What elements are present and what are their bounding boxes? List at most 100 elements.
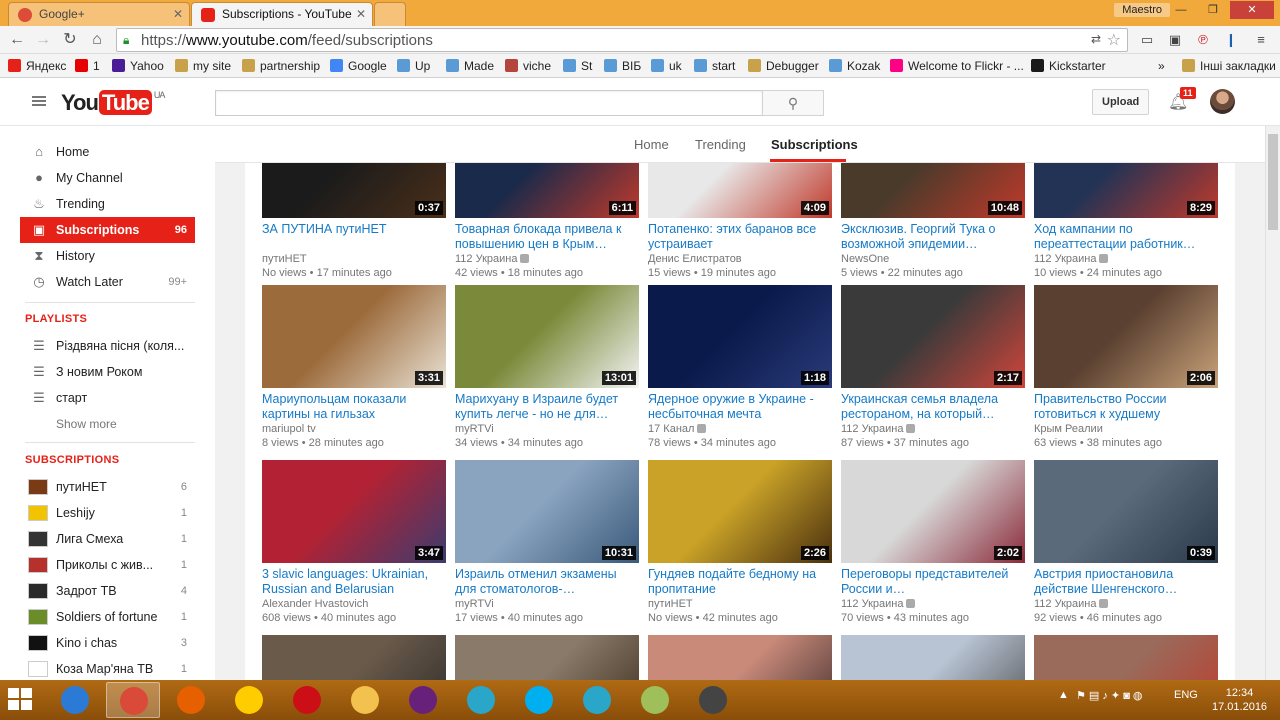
windows-start-icon[interactable] [8,688,34,712]
bookmark-item[interactable]: Yahoo [112,58,164,74]
pinterest-icon[interactable]: ℗ [1192,30,1214,50]
taskbar-app[interactable] [570,682,624,718]
sidebar-item-home[interactable]: ⌂ Home [20,139,195,165]
sidebar-item-history[interactable]: ⧗ History [20,243,195,269]
sidebar-subscription-item[interactable]: Лига Смеха 1 [20,526,195,552]
bookmark-item[interactable]: Kozak [829,58,880,74]
video-title[interactable]: Правительство России готовиться к худшем… [1034,392,1218,422]
page-scrollbar[interactable] [1265,126,1280,680]
close-tab-icon[interactable]: ✕ [173,3,183,25]
video-card[interactable]: 0:39 Австрия приостановила действие Шенге… [1034,460,1218,625]
video-channel[interactable]: Денис Елистратов [648,252,832,266]
video-channel[interactable]: 112 Украина [455,252,639,266]
video-channel[interactable]: путиНЕТ [648,597,832,611]
taskbar-app[interactable] [106,682,160,718]
video-card[interactable] [648,635,832,680]
video-thumbnail[interactable]: 2:17 [841,285,1025,388]
taskbar-app[interactable] [454,682,508,718]
system-clock[interactable]: 12:34 17.01.2016 [1212,686,1267,714]
video-title[interactable]: Ядерное оружие в Украине - несбыточная м… [648,392,832,422]
sidebar-subscription-item[interactable]: путиНЕТ 6 [20,474,195,500]
video-title[interactable]: Гундяев подайте бедному на пропитание [648,567,832,597]
taskbar-app[interactable] [512,682,566,718]
sidebar-subscription-item[interactable]: Kino i chas 3 [20,630,195,656]
bookmark-item[interactable]: Kickstarter [1031,58,1106,74]
taskbar-app[interactable] [686,682,740,718]
menu-icon[interactable]: ≡ [1250,30,1272,50]
avatar[interactable] [1210,89,1235,114]
bookmark-item[interactable]: Google [330,58,387,74]
video-thumbnail[interactable]: 4:09 [648,163,832,218]
taskbar-app[interactable] [338,682,392,718]
video-thumbnail[interactable]: 10:31 [455,460,639,563]
video-thumbnail[interactable]: 3:31 [262,285,446,388]
video-channel[interactable]: Крым Реалии [1034,422,1218,436]
video-thumbnail[interactable]: 2:26 [648,460,832,563]
bookmark-item[interactable]: my site [175,58,231,74]
video-card[interactable]: 8:29 Ход кампании по переаттестации работ… [1034,163,1218,280]
video-thumbnail[interactable] [455,635,639,680]
reload-icon[interactable]: ↻ [59,30,81,50]
taskbar-app[interactable] [280,682,334,718]
close-window-icon[interactable]: ✕ [1230,1,1274,19]
video-thumbnail[interactable]: 8:29 [1034,163,1218,218]
sidebar-playlist-item[interactable]: ☰ старт [20,385,195,411]
youtube-logo[interactable]: You Tube UA [61,90,165,116]
video-thumbnail[interactable]: 1:18 [648,285,832,388]
video-card[interactable]: 0:37 ЗА ПУТИНА путиНЕТ путиНЕТ No views • 1… [262,163,446,280]
video-channel[interactable]: myRTVi [455,597,639,611]
translate-icon[interactable]: ⇄ [1091,32,1101,46]
video-card[interactable]: 2:26 Гундяев подайте бедному на пропитани… [648,460,832,625]
search-input[interactable] [215,90,763,116]
video-channel[interactable]: 112 Украина [841,597,1025,611]
video-thumbnail[interactable]: 3:47 [262,460,446,563]
sidebar-item-subscriptions[interactable]: ▣ Subscriptions 96 [20,217,195,243]
screen-icon[interactable]: ▣ [1164,30,1186,50]
video-card[interactable]: 2:06 Правительство России готовиться к ху… [1034,285,1218,450]
video-thumbnail[interactable] [262,635,446,680]
address-bar[interactable]: 🔒︎ https://www.youtube.com/feed/subscrip… [116,28,1128,52]
video-card[interactable]: 10:48 Эксклюзив. Георгий Тука о возможной… [841,163,1025,280]
video-thumbnail[interactable] [648,635,832,680]
bookmark-item[interactable]: St [563,58,592,74]
tab-google-plus[interactable]: Google+ ✕ [8,2,190,26]
home-icon[interactable]: ⌂ [86,30,108,50]
video-card[interactable]: 10:31 Израиль отменил экзамены для стомат… [455,460,639,625]
taskbar-app[interactable] [628,682,682,718]
forward-icon[interactable]: → [32,30,54,50]
sidebar-subscription-item[interactable]: Soldiers of fortune 1 [20,604,195,630]
video-channel[interactable]: 17 Канал [648,422,832,436]
video-card[interactable]: 2:17 Украинская семья владела рестораном,… [841,285,1025,450]
scrollbar-thumb[interactable] [1268,134,1278,230]
video-channel[interactable]: 112 Украина [1034,252,1218,266]
sidebar-playlist-item[interactable]: ☰ З новим Роком [20,359,195,385]
video-thumbnail[interactable] [1034,635,1218,680]
video-title[interactable]: Марихуану в Израиле будет купить легче -… [455,392,639,422]
taskbar-app[interactable] [222,682,276,718]
video-card[interactable]: 4:09 Потапенко: этих баранов все устраива… [648,163,832,280]
sidebar-item-trending[interactable]: ♨ Trending [20,191,195,217]
video-title[interactable]: Ход кампании по переаттестации работник… [1034,222,1218,252]
close-tab-icon[interactable]: ✕ [356,3,366,25]
bookmark-item[interactable]: uk [651,58,682,74]
cast-icon[interactable]: ▭ [1136,30,1158,50]
video-title[interactable]: ЗА ПУТИНА путиНЕТ [262,222,446,252]
sidebar-item-watch-later[interactable]: ◷ Watch Later 99+ [20,269,195,295]
new-tab-button[interactable] [374,2,406,26]
bookmark-item[interactable]: ВІБ [604,58,641,74]
sidebar-item-my-channel[interactable]: ● My Channel [20,165,195,191]
tab-home[interactable]: Home [634,137,669,152]
video-card[interactable]: 1:18 Ядерное оружие в Украине - несбыточн… [648,285,832,450]
video-card[interactable] [262,635,446,680]
bookmark-item[interactable]: viche [505,58,551,74]
video-channel[interactable]: Alexander Hvastovich [262,597,446,611]
video-title[interactable]: Украинская семья владела рестораном, на … [841,392,1025,422]
minimize-icon[interactable]: — [1166,1,1196,19]
video-thumbnail[interactable]: 2:02 [841,460,1025,563]
back-icon[interactable]: ← [6,30,28,50]
bookmark-item[interactable]: Яндекс [8,58,66,74]
video-thumbnail[interactable]: 0:37 [262,163,446,218]
tray-expand-icon[interactable]: ▲ [1058,689,1069,701]
sidebar-subscription-item[interactable]: Задрот ТВ 4 [20,578,195,604]
video-card[interactable]: 6:11 Товарная блокада привела к повышению… [455,163,639,280]
